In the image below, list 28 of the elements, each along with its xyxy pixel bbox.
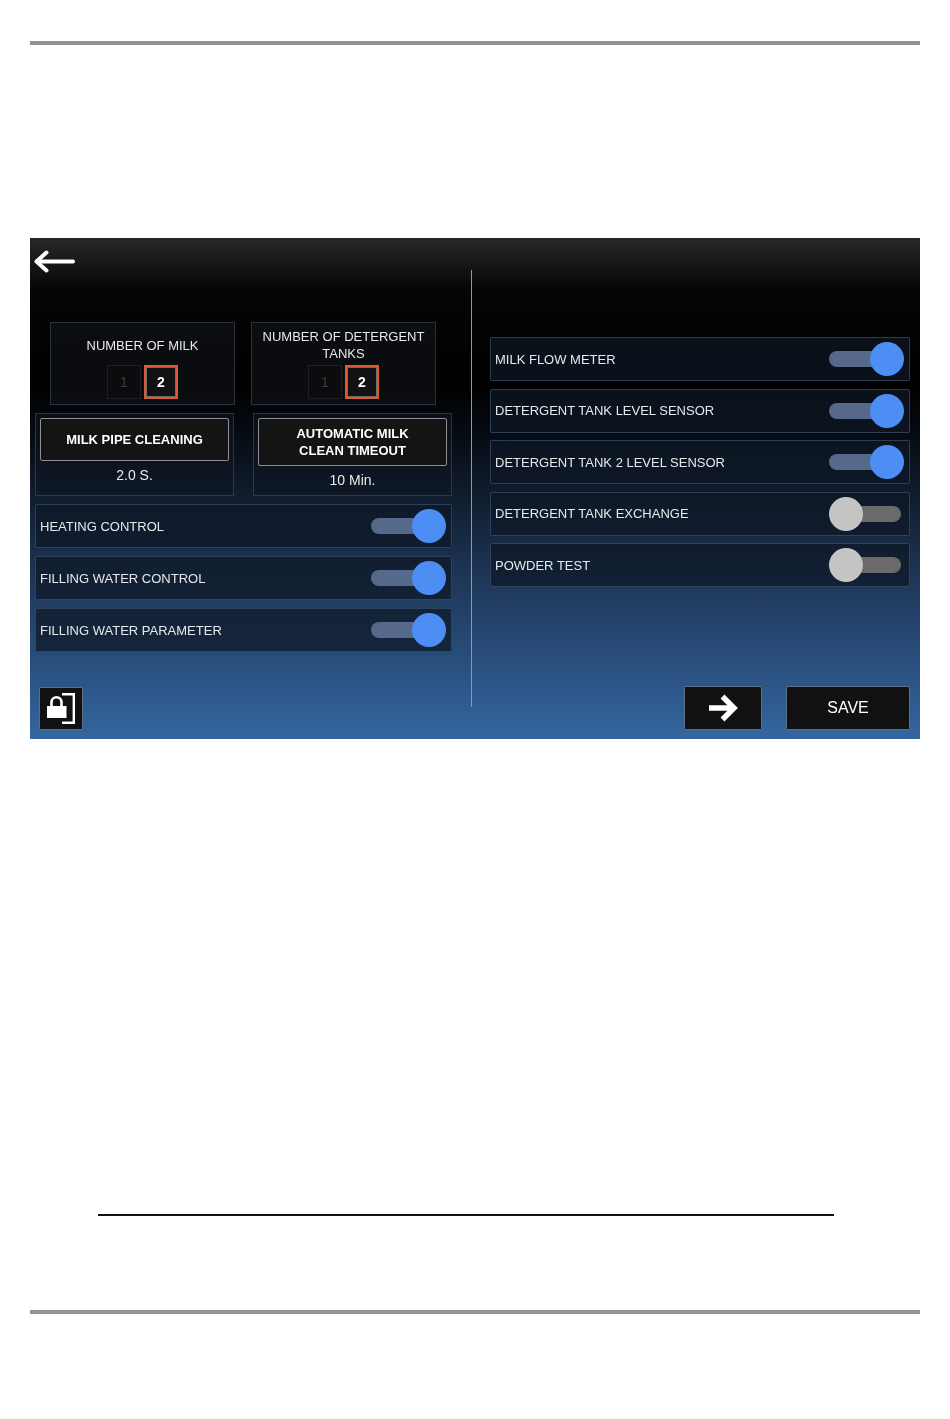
- setting-label: FILLING WATER CONTROL: [40, 570, 206, 586]
- setting-label: HEATING CONTROL: [40, 518, 164, 534]
- toggle-switch[interactable]: [829, 445, 904, 479]
- timer-value: 10 Min.: [329, 472, 376, 488]
- save-button[interactable]: SAVE: [786, 686, 910, 730]
- toggle-switch[interactable]: [371, 561, 446, 595]
- timer-button[interactable]: MILK PIPE CLEANING: [40, 418, 229, 461]
- toggle-switch[interactable]: [829, 393, 904, 428]
- toggle-switch[interactable]: [829, 342, 904, 376]
- option-button[interactable]: 2: [345, 365, 379, 399]
- timer-value: 2.0 S.: [116, 467, 153, 483]
- lock-button[interactable]: [39, 687, 83, 730]
- back-arrow-icon[interactable]: [33, 250, 75, 273]
- toggle-switch[interactable]: [371, 613, 446, 647]
- setting-label: MILK FLOW METER: [495, 351, 616, 367]
- next-button[interactable]: [684, 686, 762, 730]
- right-arrow-icon: [708, 694, 738, 722]
- setting-label: DETERGENT TANK 2 LEVEL SENSOR: [495, 454, 725, 470]
- setting-label: FILLING WATER PARAMETER: [40, 622, 222, 638]
- padlock-icon: [47, 693, 75, 724]
- setting-label: DETERGENT TANK LEVEL SENSOR: [495, 403, 715, 418]
- timer-button[interactable]: AUTOMATIC MILK CLEAN TIMEOUT: [258, 418, 447, 466]
- setting-label: POWDER TEST: [495, 557, 591, 573]
- toggle-switch[interactable]: [371, 509, 446, 543]
- setting-label: DETERGENT TANK EXCHANGE: [495, 506, 689, 521]
- selector-title: NUMBER OF MILK: [85, 336, 200, 355]
- option-button[interactable]: 2: [144, 365, 178, 399]
- selector-title: NUMBER OF DETERGENT TANKS: [261, 328, 426, 363]
